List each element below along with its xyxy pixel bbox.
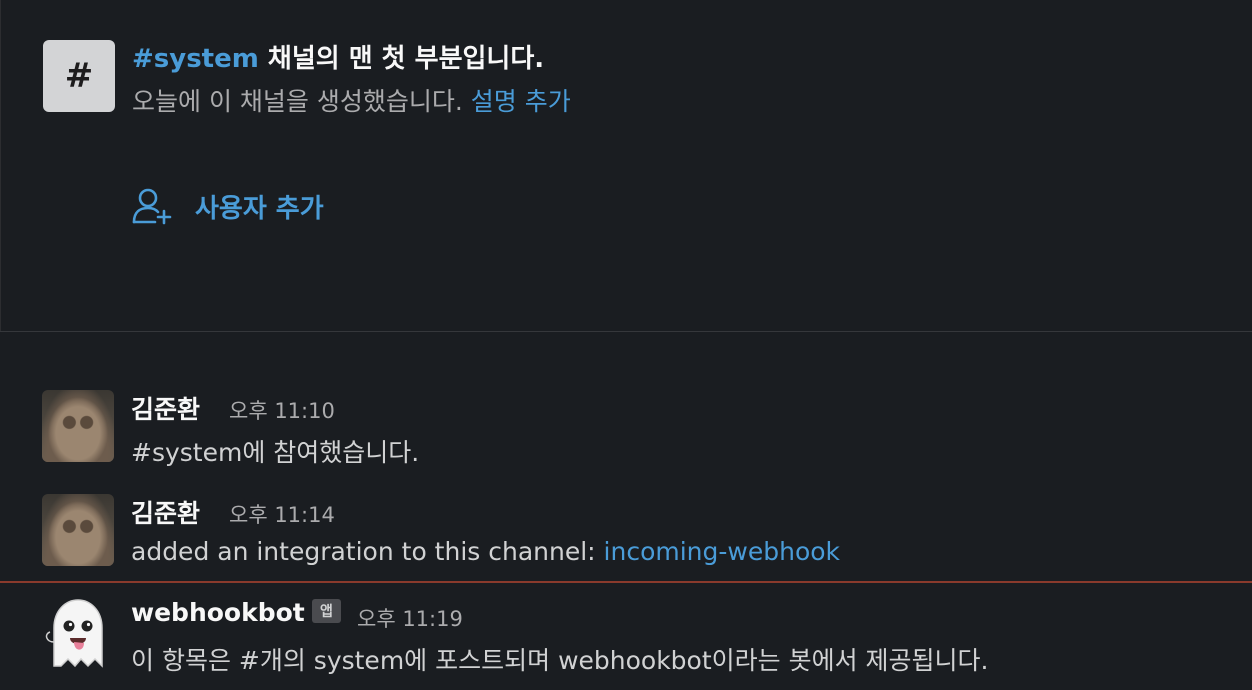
add-user-label: 사용자 추가	[195, 193, 324, 224]
message-sender[interactable]: 김준환	[131, 494, 200, 530]
message-body: #system에 참여했습니다.	[131, 438, 420, 467]
channel-intro-title: #system 채널의 맨 첫 부분입니다.	[132, 38, 544, 75]
add-description-link[interactable]: 설명 추가	[471, 87, 571, 116]
cat-avatar[interactable]	[42, 390, 114, 462]
message-body-text: added an integration to this channel:	[131, 537, 604, 566]
message-timestamp[interactable]: 오후 11:19	[357, 603, 463, 633]
intro-subtitle-text: 오늘에 이 채널을 생성했습니다.	[132, 87, 471, 116]
intro-title-text: 채널의 맨 첫 부분입니다.	[258, 44, 545, 74]
message-sender[interactable]: 김준환	[131, 390, 200, 426]
add-user-icon	[132, 188, 172, 225]
new-messages-divider	[0, 581, 1252, 583]
ghost-emoji-avatar[interactable]	[40, 596, 116, 672]
add-user-button[interactable]: 사용자 추가	[131, 186, 324, 226]
message-body: 이 항목은 #개의 system에 포스트되며 webhookbot이라는 봇에…	[131, 646, 989, 675]
cat-avatar[interactable]	[42, 494, 114, 566]
message-timestamp[interactable]: 오후 11:10	[229, 395, 335, 425]
hash-glyph: #	[64, 56, 94, 96]
channel-name-link[interactable]: #system	[132, 44, 259, 74]
message-timestamp[interactable]: 오후 11:14	[229, 499, 335, 529]
integration-link[interactable]: incoming-webhook	[604, 537, 840, 566]
channel-intro-subtitle: 오늘에 이 채널을 생성했습니다. 설명 추가	[132, 82, 571, 118]
channel-hash-icon: #	[43, 40, 115, 112]
message-pane: # #system 채널의 맨 첫 부분입니다. 오늘에 이 채널을 생성했습니…	[0, 0, 1252, 690]
message-body: added an integration to this channel: in…	[131, 537, 840, 566]
channel-intro: # #system 채널의 맨 첫 부분입니다. 오늘에 이 채널을 생성했습니…	[0, 0, 1252, 332]
app-badge: 앱	[312, 599, 341, 623]
message-sender[interactable]: webhookbot	[131, 598, 305, 627]
section-divider	[0, 331, 1252, 332]
